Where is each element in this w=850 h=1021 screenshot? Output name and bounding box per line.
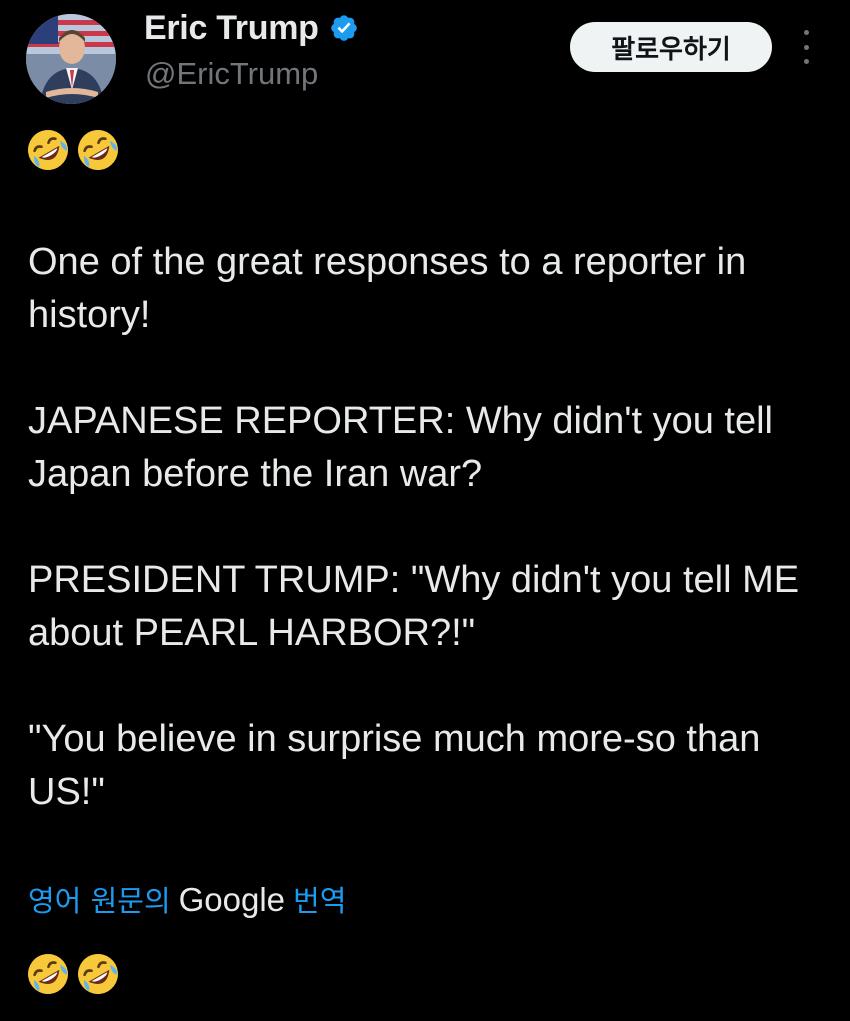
tweet-paragraph: JAPANESE REPORTER: Why didn't you tell J… [28,400,773,495]
more-dot [803,30,809,35]
tweet-text: One of the great responses to a reporter… [28,236,828,819]
rofl-emoji-icon [74,126,122,174]
translate-prefix: 영어 원문의 [28,884,171,918]
author-name-row: Eric Trump [144,8,359,48]
more-options-icon[interactable] [796,30,816,64]
more-dot [803,44,809,50]
verified-badge-icon[interactable] [329,13,359,43]
rofl-emoji-icon [24,950,72,998]
author-handle[interactable]: @EricTrump [145,56,318,92]
tweet-paragraph: PRESIDENT TRUMP: "Why didn't you tell ME… [28,559,800,654]
tweet-paragraph: One of the great responses to a reporter… [28,241,747,336]
rofl-emoji-icon [24,126,72,174]
translate-provider: Google [178,881,286,918]
rofl-emoji-icon [74,950,122,998]
translate-suffix: 번역 [293,884,347,918]
author-display-name[interactable]: Eric Trump [144,9,319,48]
more-dot [803,59,809,64]
translate-link[interactable]: 영어 원문의 Google 번역 [28,878,346,920]
avatar[interactable] [26,14,116,104]
follow-button[interactable]: 팔로우하기 [570,22,772,72]
tweet-paragraph: "You believe in surprise much more-so th… [28,718,761,813]
tweet-header: Eric Trump @EricTrump 팔로우하기 [0,0,850,110]
emoji-suffix [24,950,122,996]
emoji-prefix [24,126,122,172]
